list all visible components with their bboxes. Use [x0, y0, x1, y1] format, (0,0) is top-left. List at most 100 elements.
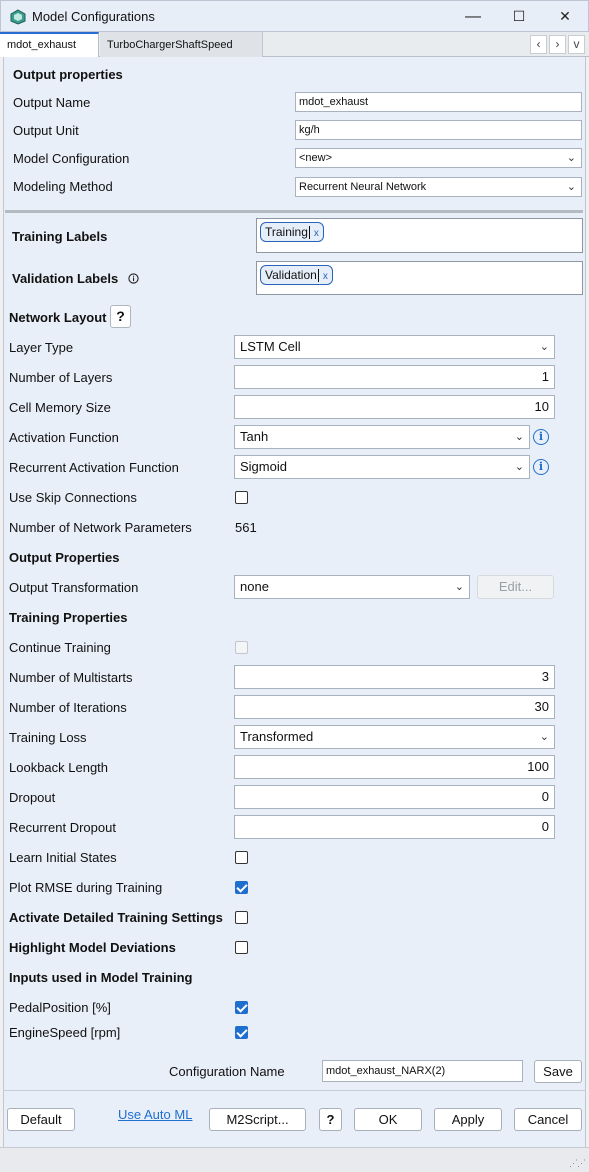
modeling-method-select[interactable]: Recurrent Neural Network ⌄	[295, 177, 582, 197]
dropout-input[interactable]: 0	[234, 785, 555, 809]
iterations-label: Number of Iterations	[9, 700, 127, 715]
layer-type-value: LSTM Cell	[240, 339, 301, 354]
plot-rmse-checkbox[interactable]	[235, 881, 248, 894]
edit-transformation-button[interactable]: Edit...	[477, 575, 554, 599]
tab-bar: mdot_exhaust TurboChargerShaftSpeed ‹ › …	[0, 32, 589, 57]
footer-divider	[3, 1090, 586, 1091]
text-caret	[308, 226, 310, 240]
output-properties-header: Output properties	[13, 67, 123, 82]
modeling-method-label: Modeling Method	[13, 179, 113, 194]
configuration-name-input[interactable]: mdot_exhaust_NARX(2)	[322, 1060, 523, 1082]
activation-function-label: Activation Function	[9, 430, 119, 445]
training-tag-text: Training	[265, 225, 308, 239]
info-icon[interactable]	[128, 273, 139, 284]
use-auto-ml-link[interactable]: Use Auto ML	[118, 1107, 192, 1122]
resize-grip-icon[interactable]: ⋰⋰	[569, 1158, 586, 1169]
activation-info-icon[interactable]: i	[533, 429, 549, 445]
detailed-settings-checkbox[interactable]	[235, 911, 248, 924]
output-name-input[interactable]: mdot_exhaust	[295, 92, 582, 112]
modeling-method-value: Recurrent Neural Network	[299, 181, 427, 193]
engine-speed-checkbox[interactable]	[235, 1026, 248, 1039]
configuration-name-label: Configuration Name	[169, 1064, 285, 1079]
iterations-input[interactable]: 30	[234, 695, 555, 719]
cell-memory-size-input[interactable]: 10	[234, 395, 555, 419]
training-properties-header: Training Properties	[9, 610, 128, 625]
help-button[interactable]: ?	[319, 1108, 342, 1131]
plot-rmse-label: Plot RMSE during Training	[9, 880, 163, 895]
remove-tag-icon[interactable]: x	[323, 271, 328, 282]
close-button[interactable]: ✕	[542, 1, 588, 32]
highlight-deviations-label: Highlight Model Deviations	[9, 940, 176, 955]
ok-button[interactable]: OK	[354, 1108, 422, 1131]
app-icon	[10, 9, 26, 25]
output-unit-input[interactable]: kg/h	[295, 120, 582, 140]
lookback-length-label: Lookback Length	[9, 760, 109, 775]
inputs-header: Inputs used in Model Training	[9, 970, 193, 985]
tab-turbocharger-shaft-speed[interactable]: TurboChargerShaftSpeed	[100, 32, 263, 57]
network-layout-help-button[interactable]: ?	[110, 305, 131, 328]
tab-prev-icon[interactable]: ‹	[530, 35, 547, 54]
validation-tag[interactable]: Validation x	[260, 265, 333, 285]
default-button[interactable]: Default	[7, 1108, 75, 1131]
recurrent-activation-info-icon[interactable]: i	[533, 459, 549, 475]
chevron-down-icon: ⌄	[566, 152, 576, 164]
training-labels-input[interactable]: Training x	[256, 218, 583, 253]
multistarts-input[interactable]: 3	[234, 665, 555, 689]
recurrent-activation-value: Sigmoid	[240, 459, 287, 474]
learn-initial-states-label: Learn Initial States	[9, 850, 117, 865]
maximize-button[interactable]: ☐	[496, 1, 542, 32]
apply-button[interactable]: Apply	[434, 1108, 502, 1131]
training-loss-select[interactable]: Transformed ⌄	[234, 725, 555, 749]
validation-labels-input[interactable]: Validation x	[256, 261, 583, 295]
training-tag[interactable]: Training x	[260, 222, 324, 242]
model-configuration-label: Model Configuration	[13, 151, 130, 166]
m2script-button[interactable]: M2Script...	[209, 1108, 306, 1131]
minimize-button[interactable]: —	[450, 1, 496, 32]
recurrent-activation-select[interactable]: Sigmoid ⌄	[234, 455, 530, 479]
remove-tag-icon[interactable]: x	[314, 228, 319, 239]
layer-type-select[interactable]: LSTM Cell ⌄	[234, 335, 555, 359]
continue-training-checkbox[interactable]	[235, 641, 248, 654]
skip-connections-label: Use Skip Connections	[9, 490, 137, 505]
input-item-pedal-position: PedalPosition [%]	[9, 1000, 111, 1015]
tab-menu-icon[interactable]: v	[568, 35, 585, 54]
activation-function-value: Tanh	[240, 429, 269, 444]
training-loss-value: Transformed	[240, 729, 314, 744]
chevron-down-icon: ⌄	[566, 181, 576, 193]
multistarts-label: Number of Multistarts	[9, 670, 133, 685]
activation-function-select[interactable]: Tanh ⌄	[234, 425, 530, 449]
status-bar: ⋰⋰	[0, 1147, 589, 1172]
chevron-down-icon: ⌄	[454, 581, 464, 593]
detailed-settings-label: Activate Detailed Training Settings	[9, 910, 223, 925]
model-configuration-value: <new>	[299, 152, 333, 164]
tab-next-icon[interactable]: ›	[549, 35, 566, 54]
tab-mdot-exhaust[interactable]: mdot_exhaust	[0, 32, 99, 57]
chevron-down-icon: ⌄	[539, 341, 549, 353]
output-transformation-label: Output Transformation	[9, 580, 139, 595]
section-divider	[5, 210, 583, 213]
lookback-length-input[interactable]: 100	[234, 755, 555, 779]
highlight-deviations-checkbox[interactable]	[235, 941, 248, 954]
output-properties-section-header: Output Properties	[9, 550, 120, 565]
model-configuration-select[interactable]: <new> ⌄	[295, 148, 582, 168]
network-parameters-value: 561	[235, 520, 257, 535]
training-labels-label: Training Labels	[12, 229, 108, 244]
recurrent-dropout-input[interactable]: 0	[234, 815, 555, 839]
validation-labels-label: Validation Labels	[12, 271, 119, 286]
save-button[interactable]: Save	[534, 1060, 582, 1083]
pedal-position-checkbox[interactable]	[235, 1001, 248, 1014]
output-transformation-select[interactable]: none ⌄	[234, 575, 470, 599]
number-of-layers-input[interactable]: 1	[234, 365, 555, 389]
chevron-down-icon: ⌄	[514, 461, 524, 473]
validation-tag-text: Validation	[265, 268, 317, 282]
skip-connections-checkbox[interactable]	[235, 491, 248, 504]
window-title: Model Configurations	[32, 9, 155, 24]
continue-training-label: Continue Training	[9, 640, 111, 655]
layer-type-label: Layer Type	[9, 340, 74, 355]
chevron-down-icon: ⌄	[539, 731, 549, 743]
cancel-button[interactable]: Cancel	[514, 1108, 582, 1131]
chevron-down-icon: ⌄	[514, 431, 524, 443]
number-of-layers-label: Number of Layers	[9, 370, 113, 385]
network-parameters-label: Number of Network Parameters	[9, 520, 192, 535]
learn-initial-states-checkbox[interactable]	[235, 851, 248, 864]
